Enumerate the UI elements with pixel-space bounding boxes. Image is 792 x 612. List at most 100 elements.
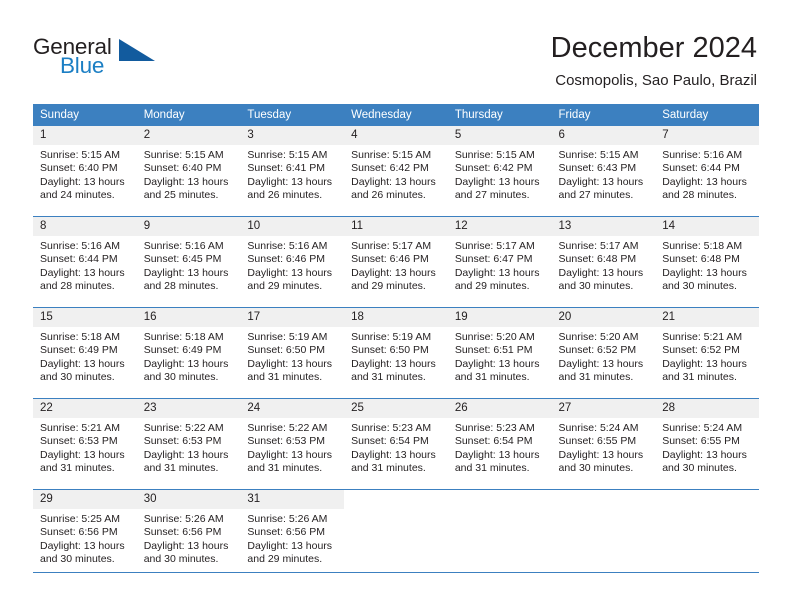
daylight-text-line1: Daylight: 13 hours (351, 266, 436, 279)
day-number: 11 (344, 217, 448, 236)
day-cell[interactable]: 8 Sunrise: 5:16 AM Sunset: 6:44 PM Daylight… (33, 216, 137, 308)
daylight-text-line2: and 31 minutes. (143, 461, 219, 474)
daylight-text-line1: Daylight: 13 hours (558, 448, 644, 461)
day-cell[interactable]: 1 Sunrise: 5:15 AM Sunset: 6:40 PM Daylight… (33, 126, 137, 217)
day-number: 21 (655, 308, 759, 327)
day-number: 15 (33, 308, 137, 327)
day-cell[interactable]: 4 Sunrise: 5:15 AM Sunset: 6:42 PM Daylight… (344, 126, 448, 217)
day-number: 1 (33, 126, 137, 145)
daylight-text-line1: Daylight: 13 hours (558, 175, 644, 188)
daylight-text-line1: Daylight: 13 hours (558, 357, 644, 370)
daylight-text-line2: and 30 minutes. (558, 279, 634, 292)
day-cell-empty (655, 489, 759, 580)
weekday-header-saturday: Saturday (655, 104, 759, 126)
day-cell[interactable]: 5 Sunrise: 5:15 AM Sunset: 6:42 PM Daylight… (447, 126, 552, 217)
day-cell[interactable]: 22 Sunrise: 5:21 AM Sunset: 6:53 PM Dayligh… (33, 398, 137, 490)
daylight-text-line2: and 29 minutes. (247, 552, 323, 565)
title-block: December 2024 Cosmopolis, Sao Paulo, Bra… (551, 32, 757, 90)
day-number: 6 (551, 126, 656, 145)
weekday-header-thursday: Thursday (447, 104, 552, 126)
day-cell[interactable]: 6 Sunrise: 5:15 AM Sunset: 6:43 PM Daylight… (551, 126, 656, 217)
day-cell[interactable]: 21 Sunrise: 5:21 AM Sunset: 6:52 PM Dayligh… (655, 307, 759, 399)
day-details: Sunrise: 5:24 AM Sunset: 6:55 PM Daylight:… (552, 418, 656, 475)
day-details: Sunrise: 5:15 AM Sunset: 6:42 PM Daylight:… (344, 145, 448, 202)
daylight-text-line2: and 30 minutes. (558, 461, 634, 474)
day-cell[interactable]: 31 Sunrise: 5:26 AM Sunset: 6:56 PM Dayligh… (240, 489, 345, 580)
sunrise-text: Sunrise: 5:15 AM (40, 149, 120, 161)
daylight-text-line2: and 26 minutes. (247, 188, 323, 201)
day-number (551, 490, 656, 509)
daylight-text-line2: and 24 minutes. (40, 188, 115, 201)
sunrise-text: Sunrise: 5:23 AM (351, 422, 432, 434)
day-number: 19 (447, 308, 552, 327)
day-details: Sunrise: 5:19 AM Sunset: 6:50 PM Daylight:… (240, 327, 344, 384)
day-cell[interactable]: 27 Sunrise: 5:24 AM Sunset: 6:55 PM Dayligh… (551, 398, 656, 490)
day-cell[interactable]: 24 Sunrise: 5:22 AM Sunset: 6:53 PM Dayligh… (240, 398, 345, 490)
day-cell[interactable]: 25 Sunrise: 5:23 AM Sunset: 6:54 PM Dayligh… (344, 398, 448, 490)
sunset-text: Sunset: 6:54 PM (454, 435, 533, 448)
day-cell[interactable]: 20 Sunrise: 5:20 AM Sunset: 6:52 PM Dayligh… (551, 307, 656, 399)
weekday-header-wednesday: Wednesday (344, 104, 448, 126)
day-cell[interactable]: 12 Sunrise: 5:17 AM Sunset: 6:47 PM Dayligh… (447, 216, 552, 308)
daylight-text-line2: and 28 minutes. (662, 188, 737, 201)
sunrise-text: Sunrise: 5:19 AM (247, 331, 328, 343)
calendar-body: 1 Sunrise: 5:15 AM Sunset: 6:40 PM Daylight… (33, 126, 759, 580)
sunrise-text: Sunrise: 5:22 AM (143, 422, 224, 434)
day-cell[interactable]: 7 Sunrise: 5:16 AM Sunset: 6:44 PM Daylight… (655, 126, 759, 217)
day-details: Sunrise: 5:23 AM Sunset: 6:54 PM Daylight:… (344, 418, 448, 475)
day-cell[interactable]: 16 Sunrise: 5:18 AM Sunset: 6:49 PM Dayligh… (136, 307, 241, 399)
logo-text-blue: Blue (60, 53, 105, 78)
daylight-text-line2: and 31 minutes. (247, 370, 323, 383)
day-number: 20 (551, 308, 656, 327)
day-number: 10 (240, 217, 345, 236)
daylight-text-line1: Daylight: 13 hours (143, 357, 229, 370)
calendar-page: General Blue December 2024 Cosmopolis, S… (0, 0, 792, 612)
sunrise-text: Sunrise: 5:20 AM (558, 331, 639, 343)
daylight-text-line1: Daylight: 13 hours (40, 175, 125, 188)
daylight-text-line1: Daylight: 13 hours (40, 357, 125, 370)
day-number: 26 (447, 399, 552, 418)
sunset-text: Sunset: 6:44 PM (40, 253, 118, 266)
day-cell[interactable]: 19 Sunrise: 5:20 AM Sunset: 6:51 PM Dayligh… (447, 307, 552, 399)
weekday-header-sunday: Sunday (33, 104, 137, 126)
day-number: 2 (136, 126, 241, 145)
sunrise-text: Sunrise: 5:15 AM (454, 149, 535, 161)
day-cell[interactable]: 10 Sunrise: 5:16 AM Sunset: 6:46 PM Dayligh… (240, 216, 345, 308)
day-cell[interactable]: 26 Sunrise: 5:23 AM Sunset: 6:54 PM Dayligh… (447, 398, 552, 490)
sunrise-text: Sunrise: 5:16 AM (143, 240, 224, 252)
daylight-text-line2: and 30 minutes. (143, 370, 219, 383)
daylight-text-line2: and 31 minutes. (662, 370, 737, 383)
daylight-text-line2: and 31 minutes. (40, 461, 115, 474)
day-cell[interactable]: 3 Sunrise: 5:15 AM Sunset: 6:41 PM Daylight… (240, 126, 345, 217)
day-details: Sunrise: 5:18 AM Sunset: 6:49 PM Daylight:… (137, 327, 241, 384)
day-cell[interactable]: 11 Sunrise: 5:17 AM Sunset: 6:46 PM Dayligh… (344, 216, 448, 308)
sunrise-text: Sunrise: 5:24 AM (558, 422, 639, 434)
day-cell[interactable]: 28 Sunrise: 5:24 AM Sunset: 6:55 PM Dayligh… (655, 398, 759, 490)
daylight-text-line2: and 31 minutes. (454, 370, 530, 383)
day-details: Sunrise: 5:16 AM Sunset: 6:45 PM Daylight:… (137, 236, 241, 293)
weekday-header-monday: Monday (136, 104, 241, 126)
day-cell[interactable]: 30 Sunrise: 5:26 AM Sunset: 6:56 PM Dayligh… (136, 489, 241, 580)
day-cell[interactable]: 14 Sunrise: 5:18 AM Sunset: 6:48 PM Dayligh… (655, 216, 759, 308)
daylight-text-line1: Daylight: 13 hours (247, 357, 333, 370)
calendar-week-row: 29 Sunrise: 5:25 AM Sunset: 6:56 PM Dayligh… (33, 489, 759, 580)
day-details: Sunrise: 5:17 AM Sunset: 6:48 PM Daylight:… (552, 236, 656, 293)
sunrise-text: Sunrise: 5:17 AM (351, 240, 432, 252)
day-cell[interactable]: 23 Sunrise: 5:22 AM Sunset: 6:53 PM Dayligh… (136, 398, 241, 490)
day-details: Sunrise: 5:26 AM Sunset: 6:56 PM Daylight:… (137, 509, 241, 566)
day-cell[interactable]: 15 Sunrise: 5:18 AM Sunset: 6:49 PM Dayligh… (33, 307, 137, 399)
day-cell[interactable]: 29 Sunrise: 5:25 AM Sunset: 6:56 PM Dayligh… (33, 489, 137, 580)
sunrise-text: Sunrise: 5:17 AM (558, 240, 639, 252)
daylight-text-line1: Daylight: 13 hours (143, 448, 229, 461)
sunrise-text: Sunrise: 5:15 AM (351, 149, 432, 161)
day-cell[interactable]: 2 Sunrise: 5:15 AM Sunset: 6:40 PM Daylight… (136, 126, 241, 217)
daylight-text-line1: Daylight: 13 hours (662, 266, 747, 279)
sunrise-text: Sunrise: 5:21 AM (662, 331, 743, 343)
sunset-text: Sunset: 6:55 PM (662, 435, 740, 448)
day-cell[interactable]: 17 Sunrise: 5:19 AM Sunset: 6:50 PM Dayligh… (240, 307, 345, 399)
day-details: Sunrise: 5:15 AM Sunset: 6:40 PM Daylight:… (137, 145, 241, 202)
day-cell[interactable]: 18 Sunrise: 5:19 AM Sunset: 6:50 PM Dayligh… (344, 307, 448, 399)
daylight-text-line1: Daylight: 13 hours (247, 266, 333, 279)
day-cell[interactable]: 13 Sunrise: 5:17 AM Sunset: 6:48 PM Dayligh… (551, 216, 656, 308)
day-cell[interactable]: 9 Sunrise: 5:16 AM Sunset: 6:45 PM Daylight… (136, 216, 241, 308)
